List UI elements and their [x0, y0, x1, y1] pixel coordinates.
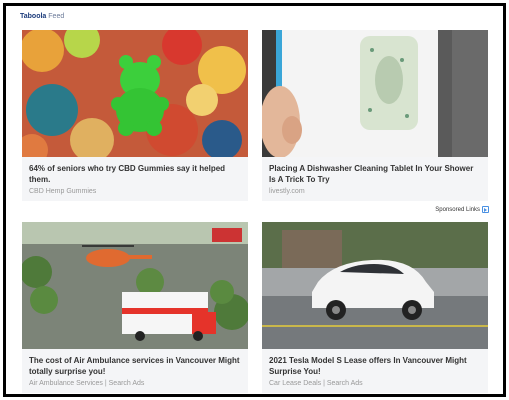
card-source: CBD Hemp Gummies [29, 188, 97, 195]
article-card-tesla[interactable]: 2021 Tesla Model S Lease offers In Vanco… [262, 222, 488, 393]
article-card-cbd[interactable]: 64% of seniors who try CBD Gummies say i… [22, 30, 248, 201]
card-headline[interactable]: 64% of seniors who try CBD Gummies say i… [29, 164, 241, 185]
card-source: Air Ambulance Services | Search Ads [29, 380, 145, 387]
adchoices-icon[interactable] [482, 206, 489, 213]
card-source: livestly.com [269, 188, 305, 195]
feed-suffix: Feed [48, 13, 65, 20]
white-car-photo-icon [262, 222, 488, 349]
article-card-air-ambulance[interactable]: The cost of Air Ambulance services in Va… [22, 222, 248, 393]
taboola-feed-logo[interactable]: Taboola Feed [20, 13, 64, 20]
sponsored-label: Sponsored Links [435, 206, 480, 213]
card-headline[interactable]: Placing A Dishwasher Cleaning Tablet In … [269, 164, 481, 185]
gummy-bear-photo-icon [22, 30, 248, 157]
card-image-sponge[interactable] [262, 30, 488, 157]
card-image-car[interactable] [262, 222, 488, 349]
card-source: Car Lease Deals | Search Ads [269, 380, 363, 387]
article-card-dishwasher[interactable]: Placing A Dishwasher Cleaning Tablet In … [262, 30, 488, 201]
ambulance-helicopter-photo-icon [22, 222, 248, 349]
card-image-gummies[interactable] [22, 30, 248, 157]
sponsored-links[interactable]: Sponsored Links [435, 206, 489, 213]
card-headline[interactable]: 2021 Tesla Model S Lease offers In Vanco… [269, 356, 481, 377]
card-image-ambulance[interactable] [22, 222, 248, 349]
feed-brand: Taboola [20, 13, 47, 20]
sponge-photo-icon [262, 30, 488, 157]
card-headline[interactable]: The cost of Air Ambulance services in Va… [29, 356, 241, 377]
